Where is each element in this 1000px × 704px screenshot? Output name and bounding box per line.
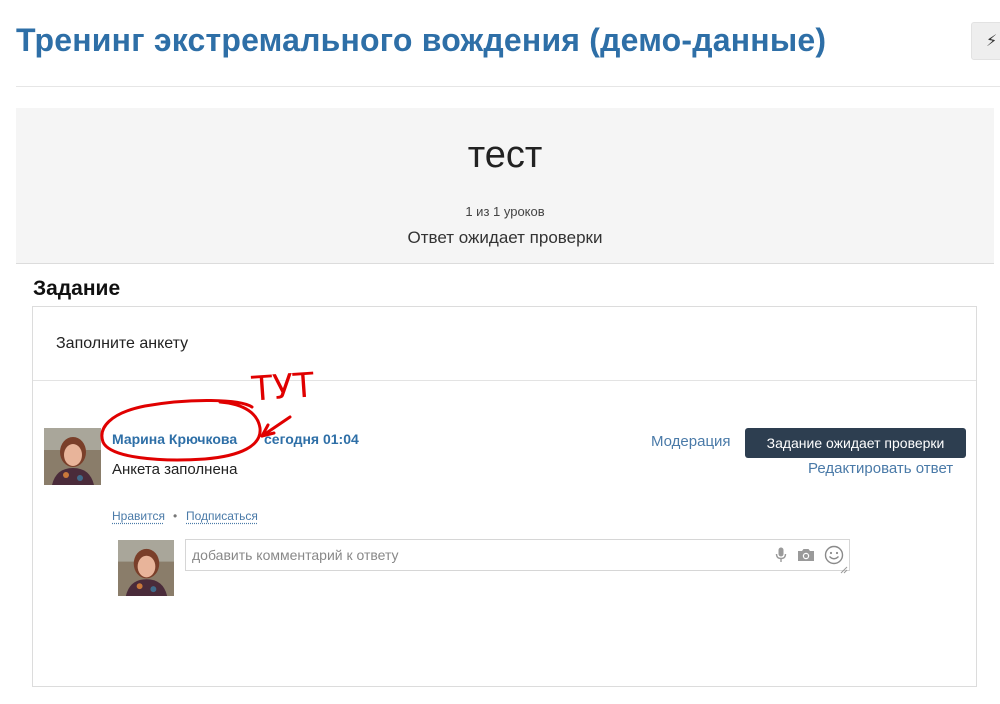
camera-icon[interactable]: [796, 545, 816, 565]
lesson-progress: 1 из 1 уроков: [465, 204, 545, 219]
comment-box: [185, 539, 850, 574]
resize-grip-icon[interactable]: [840, 561, 848, 574]
author-name-link[interactable]: Марина Крючкова: [112, 431, 237, 447]
task-card: Заполните анкету Марина Крючкова сегодня…: [32, 306, 977, 687]
commenter-avatar: [118, 540, 174, 596]
quick-action-button[interactable]: ⚡: [971, 22, 1000, 60]
edit-answer-link[interactable]: Редактировать ответ: [808, 460, 953, 477]
subscribe-link[interactable]: Подписаться: [186, 509, 258, 523]
lesson-title: тест: [467, 134, 543, 176]
author-avatar[interactable]: [44, 428, 101, 485]
task-divider: [33, 380, 976, 381]
avatar-photo-icon: [44, 428, 101, 485]
header-divider: [16, 86, 1000, 87]
answer-text: Анкета заполнена: [112, 461, 238, 478]
lesson-banner: тест 1 из 1 уроков Ответ ожидает проверк…: [16, 108, 994, 264]
like-link[interactable]: Нравится: [112, 509, 165, 523]
lesson-status: Ответ ожидает проверки: [407, 228, 603, 247]
page-title: Тренинг экстремального вождения (демо-да…: [16, 22, 827, 58]
moderation-link[interactable]: Модерация: [651, 433, 731, 450]
avatar-photo-icon: [118, 540, 174, 596]
task-section-title: Задание: [33, 277, 121, 300]
comment-input[interactable]: [186, 540, 766, 570]
answer-timestamp[interactable]: сегодня 01:04: [264, 431, 359, 447]
link-separator: •: [173, 509, 178, 523]
status-badge[interactable]: Задание ожидает проверки: [745, 428, 966, 458]
mic-icon[interactable]: [771, 545, 791, 565]
lightning-icon: ⚡: [986, 33, 998, 50]
task-text: Заполните анкету: [56, 335, 189, 352]
